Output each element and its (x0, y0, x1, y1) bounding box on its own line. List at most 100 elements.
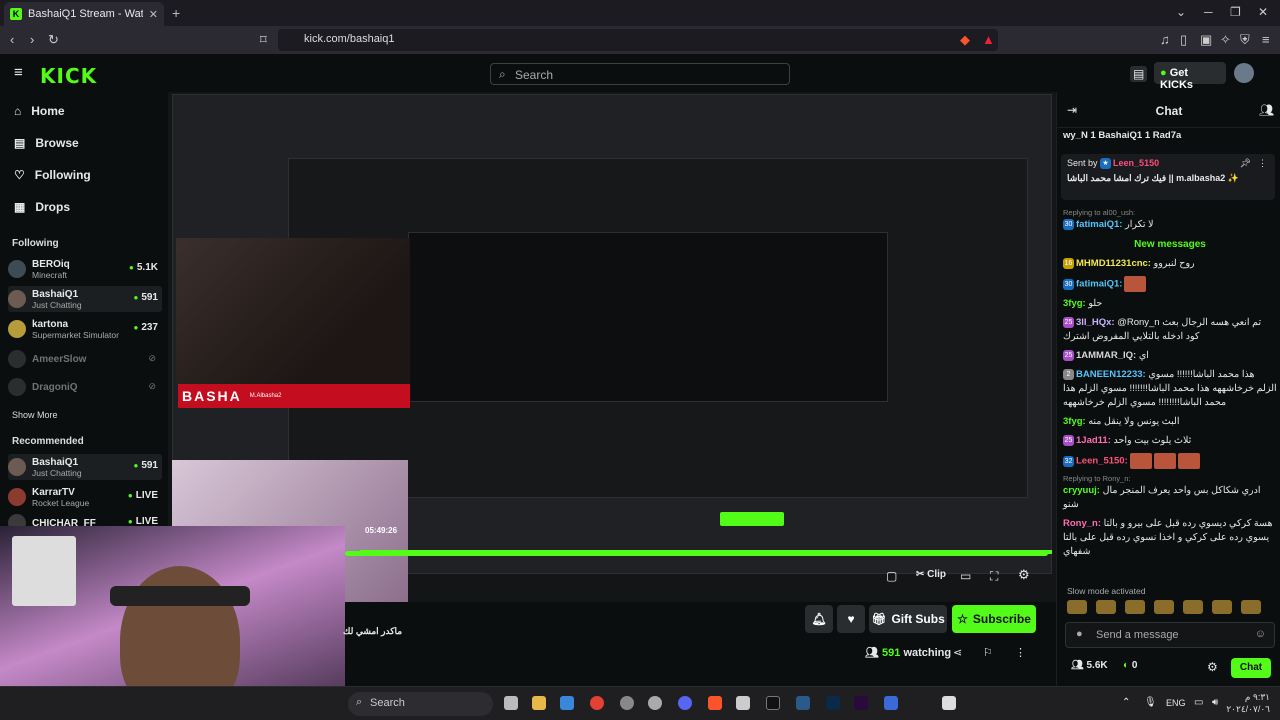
forward-icon[interactable]: › (30, 32, 34, 47)
search-input[interactable]: ⌕ Search (490, 63, 790, 85)
mic-icon[interactable]: 🎙︎ (1144, 697, 1157, 708)
file-explorer-icon[interactable] (532, 696, 546, 710)
kick-logo[interactable]: KICK (40, 64, 97, 88)
app-icon[interactable] (942, 696, 956, 710)
chat-username[interactable]: 1Jad11: (1076, 435, 1111, 446)
emote[interactable] (1096, 600, 1116, 614)
chat-username[interactable]: 1AMMAR_IQ: (1076, 350, 1136, 361)
emote[interactable] (1183, 600, 1203, 614)
hamburger-menu-icon[interactable]: ≡ (14, 64, 23, 81)
maximize-icon[interactable]: ❐ (1230, 5, 1241, 19)
network-icon[interactable]: ▭ (1194, 697, 1203, 708)
tab-list-icon[interactable]: ⌄ (1176, 5, 1186, 19)
chat-username[interactable]: fatimaiQ1: (1076, 279, 1122, 290)
emote[interactable] (1212, 600, 1232, 614)
emoji-icon[interactable]: ☺ (1255, 628, 1266, 640)
menu-icon[interactable]: ≡ (1262, 32, 1270, 47)
sidebar-channel-kartona[interactable]: kartonaSupermarket Simulator 237 (8, 316, 162, 342)
show-more-link[interactable]: Show More (12, 410, 58, 420)
share-icon[interactable]: ⋖ (953, 646, 962, 659)
reload-icon[interactable]: ↻ (48, 32, 59, 48)
fullscreen-icon[interactable]: ⛶ (990, 569, 998, 584)
gift-subs-button[interactable]: 🎁︎ Gift Subs (869, 605, 947, 633)
app-icon[interactable] (620, 696, 634, 710)
premiere-icon[interactable] (854, 696, 868, 710)
sidebar-recommended-bashaiq1[interactable]: BashaiQ1Just Chatting 591 (8, 454, 162, 480)
nav-browse[interactable]: ▤ Browse (14, 136, 79, 150)
pinned-more-icon[interactable]: ⋮ (1258, 158, 1267, 169)
follow-button[interactable]: ♥ (837, 605, 865, 633)
library-icon[interactable]: ▤ (1130, 66, 1148, 82)
avatar (8, 320, 26, 338)
chat-username[interactable]: Leen_5150: (1076, 456, 1128, 467)
taskbar-search[interactable]: ⌕ Search (348, 692, 493, 716)
close-window-icon[interactable]: ✕ (1258, 5, 1268, 19)
sidebar-channel-bashaiq1[interactable]: BashaiQ1Just Chatting 591 (8, 286, 162, 312)
chat-username[interactable]: 3fyg: (1063, 416, 1086, 427)
photoshop-icon[interactable] (826, 696, 840, 710)
picture-in-picture-icon[interactable]: ▭ (960, 569, 971, 583)
chat-username[interactable]: Rony_n: (1063, 518, 1101, 529)
theater-mode-icon[interactable]: ▢ (886, 569, 897, 583)
discord-icon[interactable] (678, 696, 692, 710)
tray-chevron-icon[interactable]: ⌃ (1122, 697, 1130, 708)
store-icon[interactable] (560, 696, 574, 710)
brave-icon[interactable] (708, 696, 722, 710)
brave-shield-icon[interactable]: ◆ (960, 32, 970, 48)
chat-username[interactable]: cryyuuj: (1063, 485, 1100, 496)
emote[interactable] (1154, 600, 1174, 614)
user-avatar[interactable] (1234, 63, 1254, 83)
chat-users-icon[interactable]: 👥︎ (1259, 103, 1274, 117)
nav-drops[interactable]: ▦ Drops (14, 200, 70, 214)
stream-progress-bar[interactable] (345, 551, 1048, 556)
address-bar[interactable]: kick.com/bashaiq1 (278, 29, 998, 51)
sidebar-recommended-karrartv[interactable]: KarrarTVRocket League LIVE (8, 484, 162, 510)
sidebar-channel-beroiq[interactable]: BEROiqMinecraft 5.1K (8, 256, 162, 282)
bookmark-icon[interactable]: ⌑ (260, 32, 267, 48)
emote[interactable] (1067, 600, 1087, 614)
vpn-icon[interactable]: ⛨ (1240, 32, 1250, 48)
more-icon[interactable]: ⋮ (1015, 646, 1026, 659)
minimize-icon[interactable]: ─ (1204, 5, 1213, 19)
volume-icon[interactable]: 🔊︎ (1212, 697, 1218, 708)
wallet-icon[interactable]: ▣ (1200, 32, 1212, 48)
sidebar-channel-dragoniq[interactable]: DragoniQ ⊘ (8, 374, 162, 400)
ai-icon[interactable]: ✧ (1220, 32, 1231, 48)
task-view-icon[interactable] (504, 696, 518, 710)
browser-tab[interactable]: K BashaiQ1 Stream - Watch Liv ✕ (4, 2, 164, 26)
app-icon[interactable] (736, 696, 750, 710)
chat-send-button[interactable]: Chat (1231, 658, 1271, 678)
chat-settings-icon[interactable]: ⚙ (1207, 660, 1218, 674)
nav-following[interactable]: ♡ Following (14, 168, 91, 182)
capcut-icon[interactable] (766, 696, 780, 710)
subscribe-button[interactable]: ☆ Subscribe (952, 605, 1036, 633)
chat-username[interactable]: 3fyg: (1063, 298, 1086, 309)
sidebar-channel-ameerslow[interactable]: AmeerSlow ⊘ (8, 346, 162, 372)
new-tab-button[interactable]: + (172, 5, 180, 21)
close-tab-icon[interactable]: ✕ (149, 8, 158, 21)
chat-input[interactable]: ● Send a message ☺ (1065, 622, 1275, 648)
language-indicator[interactable]: ENG (1166, 698, 1186, 708)
brave-rewards-icon[interactable]: ▲ (982, 32, 995, 47)
chat-username[interactable]: BANEEN12233: (1076, 369, 1146, 380)
chrome-icon[interactable] (590, 696, 604, 710)
report-icon[interactable]: ⚐ (983, 646, 993, 659)
chat-username[interactable]: 3ll_HQx: (1076, 317, 1115, 328)
sidebar-toggle-icon[interactable]: ▯ (1180, 32, 1187, 48)
app-icon[interactable] (884, 696, 898, 710)
clock[interactable]: ٩:٣١ م ٢٠٢٤/٠٧/٠٦ (1226, 691, 1270, 715)
chat-username[interactable]: MHMD11231cnc: (1076, 258, 1151, 269)
clip-button[interactable]: ✂ Clip (916, 569, 946, 580)
emote[interactable] (1125, 600, 1145, 614)
steam-icon[interactable] (796, 696, 810, 710)
obs-icon[interactable] (648, 696, 662, 710)
back-icon[interactable]: ‹ (10, 32, 14, 47)
settings-icon[interactable]: ⚙ (1018, 567, 1030, 583)
notifications-button[interactable]: 🔔︎ (805, 605, 833, 633)
nav-home[interactable]: ⌂ Home (14, 104, 65, 118)
get-kicks-button[interactable]: ● Get KICKs (1154, 62, 1226, 91)
chat-username[interactable]: fatimaiQ1: (1076, 219, 1122, 230)
pin-icon[interactable]: 📌︎ (1240, 158, 1251, 169)
media-icon[interactable]: ♫ (1160, 32, 1170, 47)
emote[interactable] (1241, 600, 1261, 614)
